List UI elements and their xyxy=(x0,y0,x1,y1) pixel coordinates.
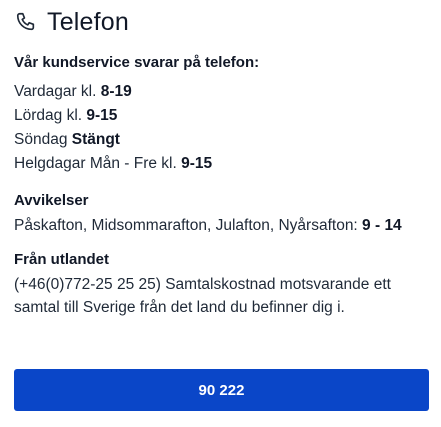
hours-label: Helgdagar Mån - Fre kl. xyxy=(14,155,182,172)
exceptions-text: Påskafton, Midsommarafton, Julafton, Nyå… xyxy=(14,214,402,238)
hours-row-holidays: Helgdagar Mån - Fre kl. 9-15 xyxy=(14,152,259,176)
hours-value: 8-19 xyxy=(100,83,132,100)
hours-row-sunday: Söndag Stängt xyxy=(14,128,259,152)
hours-label: Vardagar kl. xyxy=(14,83,101,100)
abroad-info: Från utlandet (+46(0)772-25 25 25) Samta… xyxy=(14,249,429,319)
hours-value: 9-15 xyxy=(181,155,213,172)
hours-row-saturday: Lördag kl. 9-15 xyxy=(14,104,259,128)
abroad-heading: Från utlandet xyxy=(14,251,110,268)
opening-hours: Vår kundservice svarar på telefon: Varda… xyxy=(14,52,259,176)
page-title: Telefon xyxy=(47,7,130,36)
hours-value: 9-15 xyxy=(86,107,118,124)
call-button[interactable]: 90 222 xyxy=(14,369,429,411)
abroad-text-line-2: samtal till Sverige från det land du bef… xyxy=(14,299,345,316)
exceptions: Avvikelser Påskafton, Midsommarafton, Ju… xyxy=(14,190,402,238)
hours-value: Stängt xyxy=(71,131,120,148)
opening-hours-heading: Vår kundservice svarar på telefon: xyxy=(14,54,260,71)
hours-row-weekdays: Vardagar kl. 8-19 xyxy=(14,80,259,104)
exceptions-hours: 9 - 14 xyxy=(362,217,402,234)
exceptions-heading: Avvikelser xyxy=(14,192,89,209)
section-header: Telefon xyxy=(14,0,429,44)
hours-label: Lördag kl. xyxy=(14,107,87,124)
hours-label: Söndag xyxy=(14,131,72,148)
phone-icon xyxy=(14,10,38,34)
exceptions-days: Påskafton, Midsommarafton, Julafton, Nyå… xyxy=(14,217,363,234)
abroad-text-line-1: (+46(0)772-25 25 25) Samtalskostnad mots… xyxy=(14,276,391,293)
phone-contact-section: Telefon Vår kundservice svarar på telefo… xyxy=(14,0,429,317)
